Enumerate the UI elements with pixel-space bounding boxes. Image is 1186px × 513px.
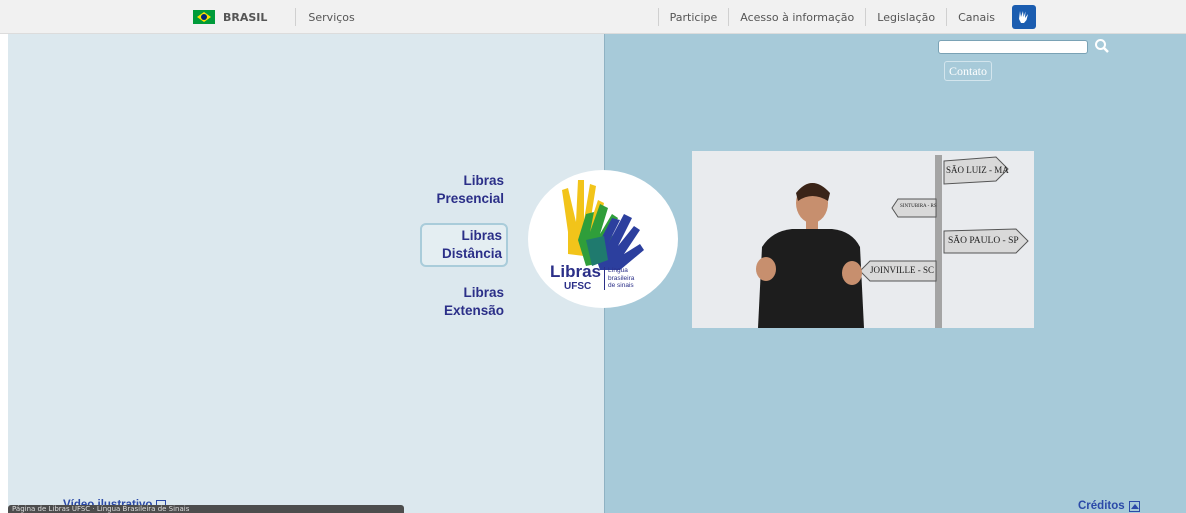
servicos-link[interactable]: Serviços xyxy=(296,11,366,24)
acesso-informacao-link[interactable]: Acesso à informação xyxy=(728,8,865,26)
status-bar: Página de Libras UFSC · Língua Brasileir… xyxy=(8,505,404,513)
creditos-link[interactable]: Créditos xyxy=(1078,500,1140,512)
nav-libras-presencial[interactable]: Libras Presencial xyxy=(420,172,504,208)
tagline-line2: brasileira xyxy=(608,274,635,282)
expand-up-icon xyxy=(1128,500,1140,512)
nav-presencial-line2: Presencial xyxy=(436,191,504,206)
status-text: Página de Libras UFSC · Língua Brasileir… xyxy=(12,505,190,513)
nav-presencial-line1: Libras xyxy=(463,173,504,188)
legislacao-link[interactable]: Legislação xyxy=(865,8,946,26)
nav-libras-extensao[interactable]: Libras Extensão xyxy=(420,284,504,320)
libras-ufsc-logo[interactable]: Libras UFSC Língua brasileira de sinais xyxy=(528,170,678,308)
left-panel xyxy=(8,34,604,513)
gov-left-group: BRASIL Serviços xyxy=(183,0,367,34)
intro-video[interactable]: SÃO LUIZ - MA SINTUBIRA - RS SÃO PAULO -… xyxy=(692,151,1034,328)
hands-logo-icon xyxy=(562,180,644,270)
tagline-line3: de sinais xyxy=(608,282,634,289)
nav-distancia-line1: Libras xyxy=(461,228,502,243)
nav-extensao-line2: Extensão xyxy=(443,303,504,318)
gov-menu: Participe Acesso à informação Legislação… xyxy=(657,0,1036,34)
sign-sao-paulo: SÃO PAULO - SP xyxy=(948,236,1019,246)
accessibility-button[interactable] xyxy=(1012,5,1036,29)
canais-link[interactable]: Canais xyxy=(946,8,1006,26)
tagline-line1: Língua xyxy=(608,267,628,274)
hand-sign-icon xyxy=(1019,11,1028,23)
participe-link[interactable]: Participe xyxy=(657,8,729,26)
creditos-label: Créditos xyxy=(1078,500,1125,512)
nav-distancia-line2: Distância xyxy=(441,246,502,261)
brasil-label: BRASIL xyxy=(223,10,268,24)
brasil-link[interactable]: BRASIL xyxy=(183,8,297,26)
brazil-flag-icon xyxy=(193,10,215,24)
sign-sao-luiz: SÃO LUIZ - MA xyxy=(946,165,1009,175)
logo-brand-text: Libras xyxy=(550,262,602,281)
sign-joinville: JOINVILLE - SC xyxy=(870,265,934,275)
search-input[interactable] xyxy=(938,40,1088,54)
nav-extensao-line1: Libras xyxy=(463,285,504,300)
logo-sub-text: UFSC xyxy=(564,281,592,292)
gov-topbar: BRASIL Serviços Participe Acesso à infor… xyxy=(0,0,1186,34)
contato-button[interactable]: Contato xyxy=(944,61,992,81)
search-icon[interactable] xyxy=(1094,38,1110,54)
nav-libras-distancia[interactable]: Libras Distância xyxy=(420,223,508,267)
sign-sintubira: SINTUBIRA - RS xyxy=(900,204,937,209)
logo-tagline: Língua brasileira de sinais xyxy=(604,267,634,290)
